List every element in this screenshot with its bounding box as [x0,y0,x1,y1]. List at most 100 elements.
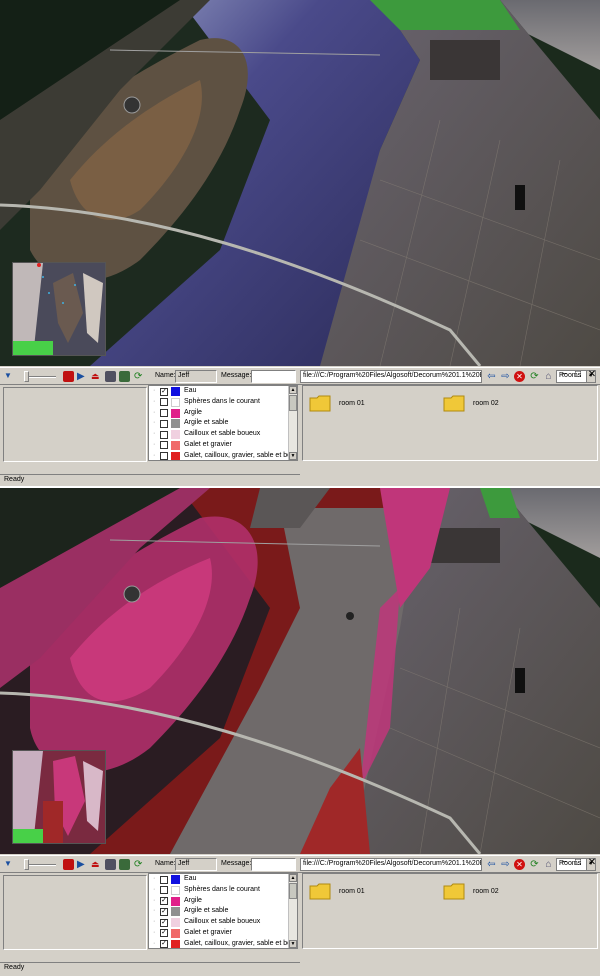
legend-swatch [171,918,180,928]
toolbar: ▼ ▶ ⏏ ⟳ Name: Jeff Message: file:///C:/P… [0,855,600,873]
speed-slider-track[interactable] [26,864,56,866]
forward-arrow-icon[interactable]: ⇨ [500,371,511,382]
legend-swatch [171,928,180,938]
eject-icon[interactable]: ⏏ [91,859,102,870]
speed-slider-thumb[interactable] [24,371,29,382]
back-arrow-icon[interactable]: ⇦ [486,371,497,382]
legend-checkbox[interactable]: ✓ [160,940,168,948]
legend-checkbox[interactable] [160,886,168,895]
scroll-thumb[interactable] [289,395,297,411]
forward-arrow-icon[interactable]: ⇨ [500,859,511,870]
legend-checkbox[interactable]: ✓ [160,929,168,938]
folder-label: room 01 [339,400,365,407]
close-button[interactable]: ✕ [586,369,598,381]
address-bar[interactable]: file:///C:/Program%20Files/Algosoft/Deco… [300,370,482,383]
legend-checkbox[interactable] [160,409,168,418]
legend-checkbox[interactable] [160,875,168,884]
minimap[interactable] [12,750,106,844]
message-field[interactable] [251,858,296,871]
legend-checkbox[interactable] [160,452,168,460]
legend-item[interactable]: · ✓ Eau [149,386,297,397]
refresh-page-icon[interactable]: ⟳ [529,859,540,870]
material-legend[interactable]: · Eau · Sphères dans le courant · ✓ Argile ·… [148,873,298,949]
legend-swatch [171,387,180,396]
legend-checkbox[interactable] [160,441,168,450]
name-label: Name: [155,860,176,867]
camera-icon[interactable] [105,859,116,870]
3d-terrain-view[interactable] [0,488,600,854]
minimize-button[interactable]: − [558,369,570,381]
name-field[interactable]: Jeff [175,858,217,871]
name-label: Name: [155,372,176,379]
expand-icon[interactable]: ▼ [4,859,15,870]
legend-label: Cailloux et sable boueux [184,430,261,438]
legend-item[interactable]: · Cailloux et sable boueux [149,429,297,440]
legend-item[interactable]: · Argile et sable [149,418,297,429]
legend-checkbox[interactable]: ✓ [160,918,168,927]
eject-icon[interactable]: ⏏ [91,371,102,382]
record-icon[interactable] [63,859,74,870]
legend-checkbox[interactable] [160,419,168,428]
scroll-down-icon[interactable]: ▼ [289,940,297,948]
stop-icon[interactable]: ✕ [514,371,525,382]
tools-icon[interactable] [119,859,130,870]
scroll-up-icon[interactable]: ▲ [289,874,297,882]
back-arrow-icon[interactable]: ⇦ [486,859,497,870]
legend-label: Argile [184,896,202,904]
play-icon[interactable]: ▶ [77,371,88,382]
maximize-button[interactable]: □ [572,369,584,381]
legend-item[interactable]: · ✓ Cailloux et sable boueux [149,917,297,928]
scroll-down-icon[interactable]: ▼ [289,452,297,460]
message-field[interactable] [251,370,296,383]
legend-checkbox[interactable] [160,430,168,439]
refresh-icon[interactable]: ⟳ [134,859,145,870]
scroll-thumb[interactable] [289,883,297,899]
legend-checkbox[interactable]: ✓ [160,897,168,906]
legend-item[interactable]: · Argile [149,408,297,419]
legend-checkbox[interactable]: ✓ [160,907,168,916]
legend-swatch [171,440,180,450]
home-icon[interactable]: ⌂ [543,371,554,382]
legend-item[interactable]: · ✓ Galet et gravier [149,928,297,939]
minimize-button[interactable]: − [558,857,570,869]
legend-label: Cailloux et sable boueux [184,918,261,926]
record-icon[interactable] [63,371,74,382]
camera-icon[interactable] [105,371,116,382]
legend-scrollbar[interactable]: ▲ ▼ [288,874,297,948]
legend-label: Eau [184,387,197,394]
legend-swatch [171,885,180,895]
legend-label: Argile [184,408,202,416]
legend-item[interactable]: · Sphères dans le courant [149,397,297,408]
speed-slider-track[interactable] [26,376,56,378]
legend-checkbox[interactable] [160,398,168,407]
scroll-up-icon[interactable]: ▲ [289,386,297,394]
legend-item[interactable]: · ✓ Galet, cailloux, gravier, sable et bou [149,939,297,948]
legend-item[interactable]: · Galet, cailloux, gravier, sable et bou [149,451,297,460]
maximize-button[interactable]: □ [572,857,584,869]
legend-item[interactable]: · Galet et gravier [149,440,297,451]
legend-item[interactable]: · Sphères dans le courant [149,885,297,896]
stop-icon[interactable]: ✕ [514,859,525,870]
home-icon[interactable]: ⌂ [543,859,554,870]
legend-label: Galet et gravier [184,440,232,448]
legend-item[interactable]: · Eau [149,874,297,885]
3d-terrain-view[interactable] [0,0,600,366]
legend-label: Galet et gravier [184,928,232,936]
legend-scrollbar[interactable]: ▲ ▼ [288,386,297,460]
speed-slider-thumb[interactable] [24,859,29,870]
folder-icon [309,883,331,900]
expand-icon[interactable]: ▼ [4,371,15,382]
address-bar[interactable]: file:///C:/Program%20Files/Algosoft/Deco… [300,858,482,871]
file-browser: room 01 room 02 [302,873,598,949]
refresh-page-icon[interactable]: ⟳ [529,371,540,382]
legend-checkbox[interactable]: ✓ [160,387,168,396]
name-field[interactable]: Jeff [175,370,217,383]
minimap[interactable] [12,262,106,356]
close-button[interactable]: ✕ [586,857,598,869]
tools-icon[interactable] [119,371,130,382]
legend-item[interactable]: · ✓ Argile et sable [149,906,297,917]
refresh-icon[interactable]: ⟳ [134,371,145,382]
material-legend[interactable]: · ✓ Eau · Sphères dans le courant · Argile ·… [148,385,298,461]
legend-item[interactable]: · ✓ Argile [149,896,297,907]
play-icon[interactable]: ▶ [77,859,88,870]
